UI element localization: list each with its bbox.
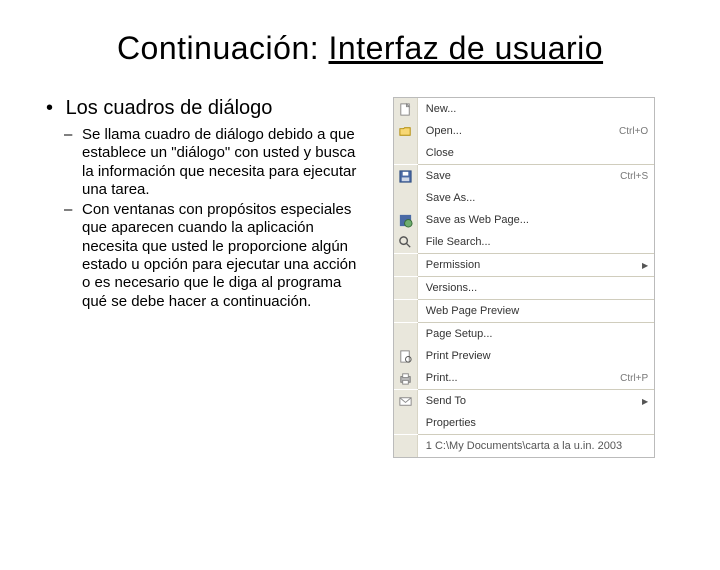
shortcut-open: Ctrl+O [615, 126, 648, 137]
empty-icon [394, 323, 418, 345]
menu-label-page-setup: Page Setup... [418, 323, 648, 345]
menu-label-properties: Properties [418, 412, 648, 434]
menu-item-print-preview[interactable]: Print Preview [394, 345, 654, 367]
menu-item-recent-file[interactable]: 1 C:\My Documents\carta a la u.in. 2003 [394, 435, 654, 457]
menu-item-new[interactable]: New... [394, 98, 654, 120]
empty-icon [394, 412, 418, 434]
title-underline: Interfaz de usuario [329, 30, 604, 66]
slide-title: Continuación: Interfaz de usuario [0, 30, 720, 67]
sub-bullet-2: Con ventanas con propósitos especiales q… [82, 201, 373, 311]
menu-item-versions[interactable]: Versions... [394, 277, 654, 299]
empty-icon [394, 254, 418, 276]
menu-label-save-web: Save as Web Page... [418, 209, 648, 231]
empty-icon [394, 277, 418, 299]
menu-item-saveas[interactable]: Save As... [394, 187, 654, 209]
save-floppy-icon [394, 165, 418, 187]
menu-label-recent: 1 C:\My Documents\carta a la u.in. 2003 [418, 435, 648, 457]
menu-item-properties[interactable]: Properties [394, 412, 654, 434]
menu-label-send-to: Send To [418, 390, 638, 412]
menu-item-permission[interactable]: Permission ▶ [394, 254, 654, 276]
empty-icon [394, 435, 418, 457]
print-preview-icon [394, 345, 418, 367]
shortcut-save: Ctrl+S [616, 171, 648, 182]
top-bullet-text: Los cuadros de diálogo [66, 97, 273, 119]
menu-label-open: Open... [418, 120, 615, 142]
menu-item-close[interactable]: Close [394, 142, 654, 164]
menu-label-web-preview: Web Page Preview [418, 300, 648, 322]
printer-icon [394, 367, 418, 389]
file-menu: New... Open... Ctrl+O Close Save Ctrl+S … [393, 97, 655, 458]
empty-icon [394, 187, 418, 209]
top-bullet: • Los cuadros de diálogo [46, 97, 373, 120]
menu-label-saveas: Save As... [418, 187, 648, 209]
menu-item-page-setup[interactable]: Page Setup... [394, 323, 654, 345]
empty-icon [394, 142, 418, 164]
title-prefix: Continuación: [117, 30, 329, 66]
menu-label-close: Close [418, 142, 648, 164]
save-web-icon [394, 209, 418, 231]
send-to-icon [394, 390, 418, 412]
text-column: • Los cuadros de diálogo Se llama cuadro… [40, 97, 373, 458]
menu-item-print[interactable]: Print... Ctrl+P [394, 367, 654, 389]
menu-label-file-search: File Search... [418, 231, 648, 253]
menu-item-web-preview[interactable]: Web Page Preview [394, 300, 654, 322]
menu-label-print: Print... [418, 367, 616, 389]
menu-item-save-web[interactable]: Save as Web Page... [394, 209, 654, 231]
menu-item-save[interactable]: Save Ctrl+S [394, 165, 654, 187]
search-icon [394, 231, 418, 253]
chevron-right-icon: ▶ [638, 261, 648, 270]
menu-item-file-search[interactable]: File Search... [394, 231, 654, 253]
chevron-right-icon: ▶ [638, 397, 648, 406]
menu-item-open[interactable]: Open... Ctrl+O [394, 120, 654, 142]
sub-bullet-1: Se llama cuadro de diálogo debido a que … [82, 126, 373, 199]
open-folder-icon [394, 120, 418, 142]
new-file-icon [394, 98, 418, 120]
menu-label-save: Save [418, 165, 616, 187]
menu-label-new: New... [418, 98, 648, 120]
menu-item-send-to[interactable]: Send To ▶ [394, 390, 654, 412]
menu-label-versions: Versions... [418, 277, 648, 299]
menu-label-permission: Permission [418, 254, 638, 276]
shortcut-print: Ctrl+P [616, 373, 648, 384]
menu-label-print-preview: Print Preview [418, 345, 648, 367]
empty-icon [394, 300, 418, 322]
